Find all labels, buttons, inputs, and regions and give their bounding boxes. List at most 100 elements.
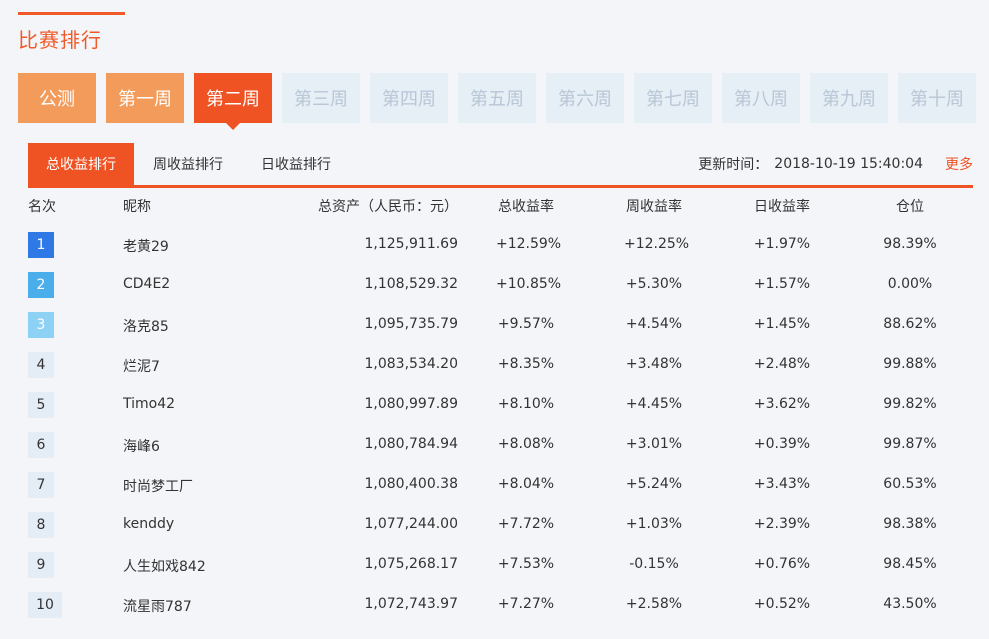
row-weekly-return: +3.01% bbox=[625, 436, 683, 452]
row-total-return: +7.53% bbox=[497, 556, 555, 572]
page-title: 比赛排行 bbox=[18, 28, 102, 52]
row-daily-return: +3.43% bbox=[753, 476, 811, 492]
table-row: 1 老黄29 1,125,911.69 +12.59% +12.25% +1.97% 98.… bbox=[28, 228, 973, 262]
table-row: 5 Timo42 1,080,997.89 +8.10% +4.45% +3.62% 99.… bbox=[28, 388, 973, 422]
week-tab-3[interactable]: 第三周 bbox=[282, 73, 360, 123]
row-weekly-return: +5.24% bbox=[625, 476, 683, 492]
header-position: 仓位 bbox=[896, 199, 924, 215]
week-tab-7[interactable]: 第七周 bbox=[634, 73, 712, 123]
row-name[interactable]: kenddy bbox=[123, 516, 174, 532]
row-total-return: +8.10% bbox=[497, 396, 555, 412]
week-tab-1[interactable]: 第一周 bbox=[106, 73, 184, 123]
rank-badge: 3 bbox=[28, 312, 54, 338]
row-name[interactable]: 烂泥7 bbox=[123, 356, 160, 376]
update-time-label: 更新时间： bbox=[698, 157, 769, 173]
week-tab-6[interactable]: 第六周 bbox=[546, 73, 624, 123]
row-position: 99.82% bbox=[883, 396, 937, 412]
week-tab-5[interactable]: 第五周 bbox=[458, 73, 536, 123]
row-name[interactable]: CD4E2 bbox=[123, 276, 170, 292]
row-position: 99.88% bbox=[883, 356, 937, 372]
row-assets: 1,108,529.32 bbox=[364, 276, 458, 292]
row-daily-return: +0.52% bbox=[753, 596, 811, 612]
more-link[interactable]: 更多 bbox=[945, 143, 973, 185]
row-daily-return: +0.39% bbox=[753, 436, 811, 452]
rank-badge: 2 bbox=[28, 272, 54, 298]
header-weekly-return: 周收益率 bbox=[626, 199, 682, 215]
week-tab-9[interactable]: 第九周 bbox=[810, 73, 888, 123]
header-assets: 总资产（人民币：元） bbox=[318, 199, 458, 215]
row-weekly-return: +3.48% bbox=[625, 356, 683, 372]
table-row: 7 时尚梦工厂 1,080,400.38 +8.04% +5.24% +3.43% 60.5… bbox=[28, 468, 973, 502]
row-total-return: +8.08% bbox=[497, 436, 555, 452]
row-assets: 1,077,244.00 bbox=[364, 516, 458, 532]
table-row: 6 海峰6 1,080,784.94 +8.08% +3.01% +0.39% 99.87% bbox=[28, 428, 973, 462]
row-name[interactable]: 人生如戏842 bbox=[123, 556, 206, 576]
row-weekly-return: +1.03% bbox=[625, 516, 683, 532]
row-daily-return: +2.48% bbox=[753, 356, 811, 372]
rank-badge: 8 bbox=[28, 512, 54, 538]
table-row: 10 流星雨787 1,072,743.97 +7.27% +2.58% +0.52% 43… bbox=[28, 588, 973, 622]
row-weekly-return: +4.45% bbox=[625, 396, 683, 412]
rank-badge: 5 bbox=[28, 392, 54, 418]
week-tab-10[interactable]: 第十周 bbox=[898, 73, 976, 123]
row-total-return: +8.35% bbox=[497, 356, 555, 372]
row-position: 0.00% bbox=[887, 276, 933, 292]
row-name[interactable]: 时尚梦工厂 bbox=[123, 476, 193, 496]
row-weekly-return: +5.30% bbox=[625, 276, 683, 292]
row-assets: 1,072,743.97 bbox=[364, 596, 458, 612]
row-total-return: +8.04% bbox=[497, 476, 555, 492]
table-row: 3 洛克85 1,095,735.79 +9.57% +4.54% +1.45% 88.62… bbox=[28, 308, 973, 342]
row-position: 43.50% bbox=[883, 596, 937, 612]
row-position: 98.45% bbox=[883, 556, 937, 572]
rank-badge: 1 bbox=[28, 232, 54, 258]
tab-weekly-return[interactable]: 周收益排行 bbox=[134, 143, 242, 185]
row-position: 98.39% bbox=[883, 236, 937, 252]
row-name[interactable]: 海峰6 bbox=[123, 436, 160, 456]
row-assets: 1,080,400.38 bbox=[364, 476, 458, 492]
row-position: 60.53% bbox=[883, 476, 937, 492]
row-weekly-return: +12.25% bbox=[624, 236, 690, 252]
row-total-return: +10.85% bbox=[496, 276, 562, 292]
row-assets: 1,075,268.17 bbox=[364, 556, 458, 572]
row-assets: 1,095,735.79 bbox=[364, 316, 458, 332]
row-weekly-return: -0.15% bbox=[629, 556, 679, 572]
table-row: 2 CD4E2 1,108,529.32 +10.85% +5.30% +1.57% 0.0… bbox=[28, 268, 973, 302]
table-row: 8 kenddy 1,077,244.00 +7.72% +1.03% +2.39% 98.… bbox=[28, 508, 973, 542]
title-accent-bar bbox=[18, 12, 125, 15]
row-assets: 1,125,911.69 bbox=[364, 236, 458, 252]
row-name[interactable]: 洛克85 bbox=[123, 316, 169, 336]
row-total-return: +7.27% bbox=[497, 596, 555, 612]
update-time: 更新时间： 2018-10-19 15:40:04 bbox=[698, 143, 923, 185]
row-position: 99.87% bbox=[883, 436, 937, 452]
table-row: 9 人生如戏842 1,075,268.17 +7.53% -0.15% +0.76% 98… bbox=[28, 548, 973, 582]
row-weekly-return: +4.54% bbox=[625, 316, 683, 332]
header-name: 昵称 bbox=[123, 199, 151, 215]
row-position: 98.38% bbox=[883, 516, 937, 532]
week-tab-2[interactable]: 第二周 bbox=[194, 73, 272, 130]
row-assets: 1,080,997.89 bbox=[364, 396, 458, 412]
row-daily-return: +1.45% bbox=[753, 316, 811, 332]
row-weekly-return: +2.58% bbox=[625, 596, 683, 612]
row-daily-return: +2.39% bbox=[753, 516, 811, 532]
header-rank: 名次 bbox=[28, 199, 56, 215]
row-name[interactable]: 老黄29 bbox=[123, 236, 169, 256]
row-name[interactable]: Timo42 bbox=[123, 396, 175, 412]
rank-badge: 4 bbox=[28, 352, 54, 378]
table-row: 4 烂泥7 1,083,534.20 +8.35% +3.48% +2.48% 99.88% bbox=[28, 348, 973, 382]
row-daily-return: +1.57% bbox=[753, 276, 811, 292]
week-tab-4[interactable]: 第四周 bbox=[370, 73, 448, 123]
row-daily-return: +1.97% bbox=[753, 236, 811, 252]
tab-daily-return[interactable]: 日收益排行 bbox=[242, 143, 350, 185]
row-total-return: +7.72% bbox=[497, 516, 555, 532]
week-tab-0[interactable]: 公测 bbox=[18, 73, 96, 123]
header-total-return: 总收益率 bbox=[498, 199, 554, 215]
rank-badge: 10 bbox=[28, 592, 62, 618]
rank-badge: 9 bbox=[28, 552, 54, 578]
row-assets: 1,080,784.94 bbox=[364, 436, 458, 452]
week-tab-8[interactable]: 第八周 bbox=[722, 73, 800, 123]
tab-total-return[interactable]: 总收益排行 bbox=[28, 143, 134, 185]
row-name[interactable]: 流星雨787 bbox=[123, 596, 192, 616]
row-daily-return: +3.62% bbox=[753, 396, 811, 412]
row-assets: 1,083,534.20 bbox=[364, 356, 458, 372]
row-daily-return: +0.76% bbox=[753, 556, 811, 572]
